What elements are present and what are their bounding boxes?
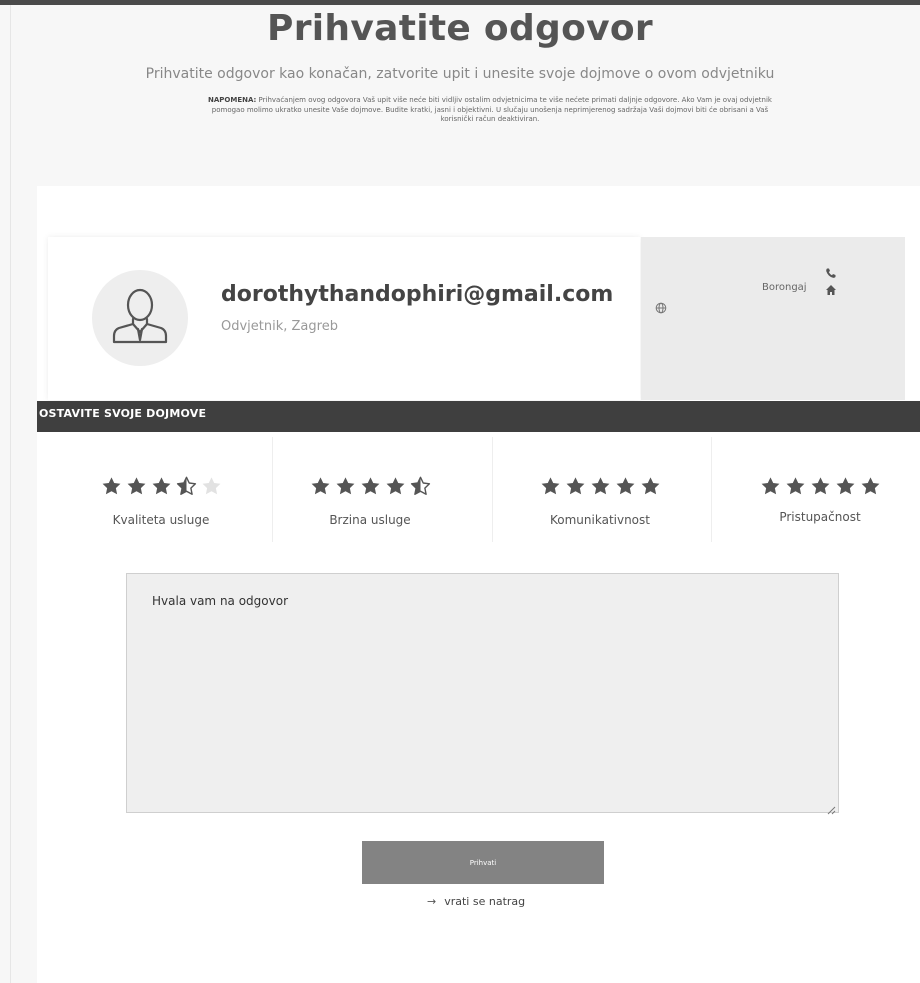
star-rating[interactable] [720,476,920,497]
rating-label: Komunikativnost [550,513,650,527]
star-filled-icon[interactable] [360,476,381,497]
star-rating[interactable] [500,476,700,497]
lawyer-name: dorothythandophiri@gmail.com [221,282,614,307]
star-filled-icon[interactable] [101,476,122,497]
star-filled-icon[interactable] [335,476,356,497]
notice: NAPOMENA: Prihvaćanjem ovog odgovora Vaš… [205,96,775,125]
star-filled-icon[interactable] [810,476,831,497]
star-half-icon[interactable] [410,476,431,497]
rating-label: Brzina usluge [329,513,411,527]
rating-divider [492,437,493,542]
contact-city: Borongaj [762,282,807,293]
rating-divider [711,437,712,542]
back-link[interactable]: → vrati se natrag [427,895,525,908]
section-title: OSTAVITE SVOJE DOJMOVE [39,407,207,420]
rating-kvaliteta-usluge: Kvaliteta usluge [61,476,261,527]
star-filled-icon[interactable] [640,476,661,497]
resize-grip-icon[interactable] [826,800,836,815]
comment-textarea[interactable] [126,573,839,813]
home-icon[interactable] [825,281,837,295]
accept-button[interactable]: Prihvati [362,841,604,884]
page-subtitle: Prihvatite odgovor kao konačan, zatvorit… [145,66,775,82]
phone-icon[interactable] [825,264,837,278]
star-filled-icon[interactable] [860,476,881,497]
notice-text: Prihvaćanjem ovog odgovora Vaš upit više… [211,96,772,123]
page-title: Prihvatite odgovor [267,8,653,49]
star-filled-icon[interactable] [385,476,406,497]
star-rating[interactable] [270,476,470,497]
star-empty-icon[interactable] [201,476,222,497]
lawyer-avatar-icon [112,288,168,344]
star-rating[interactable] [61,476,261,497]
top-strip [0,0,920,5]
star-filled-icon[interactable] [310,476,331,497]
star-filled-icon[interactable] [540,476,561,497]
star-filled-icon[interactable] [760,476,781,497]
avatar [92,270,188,366]
star-filled-icon[interactable] [565,476,586,497]
back-arrow-icon: → [427,895,437,908]
star-filled-icon[interactable] [590,476,611,497]
star-filled-icon[interactable] [835,476,856,497]
star-filled-icon[interactable] [126,476,147,497]
rating-label: Pristupačnost [779,510,861,524]
notice-label: NAPOMENA: [208,96,257,104]
left-rule [10,5,11,983]
lawyer-contact-panel [641,237,905,400]
rating-label: Kvaliteta usluge [112,513,210,527]
star-filled-icon[interactable] [785,476,806,497]
star-filled-icon[interactable] [615,476,636,497]
lawyer-role: Odvjetnik, Zagreb [221,319,338,334]
star-half-icon[interactable] [176,476,197,497]
star-filled-icon[interactable] [151,476,172,497]
rating-brzina-usluge: Brzina usluge [270,476,470,527]
back-link-label: vrati se natrag [444,895,526,908]
globe-icon[interactable] [655,299,667,314]
rating-komunikativnost: Komunikativnost [500,476,700,527]
rating-pristupacnost: Pristupačnost [720,476,920,524]
